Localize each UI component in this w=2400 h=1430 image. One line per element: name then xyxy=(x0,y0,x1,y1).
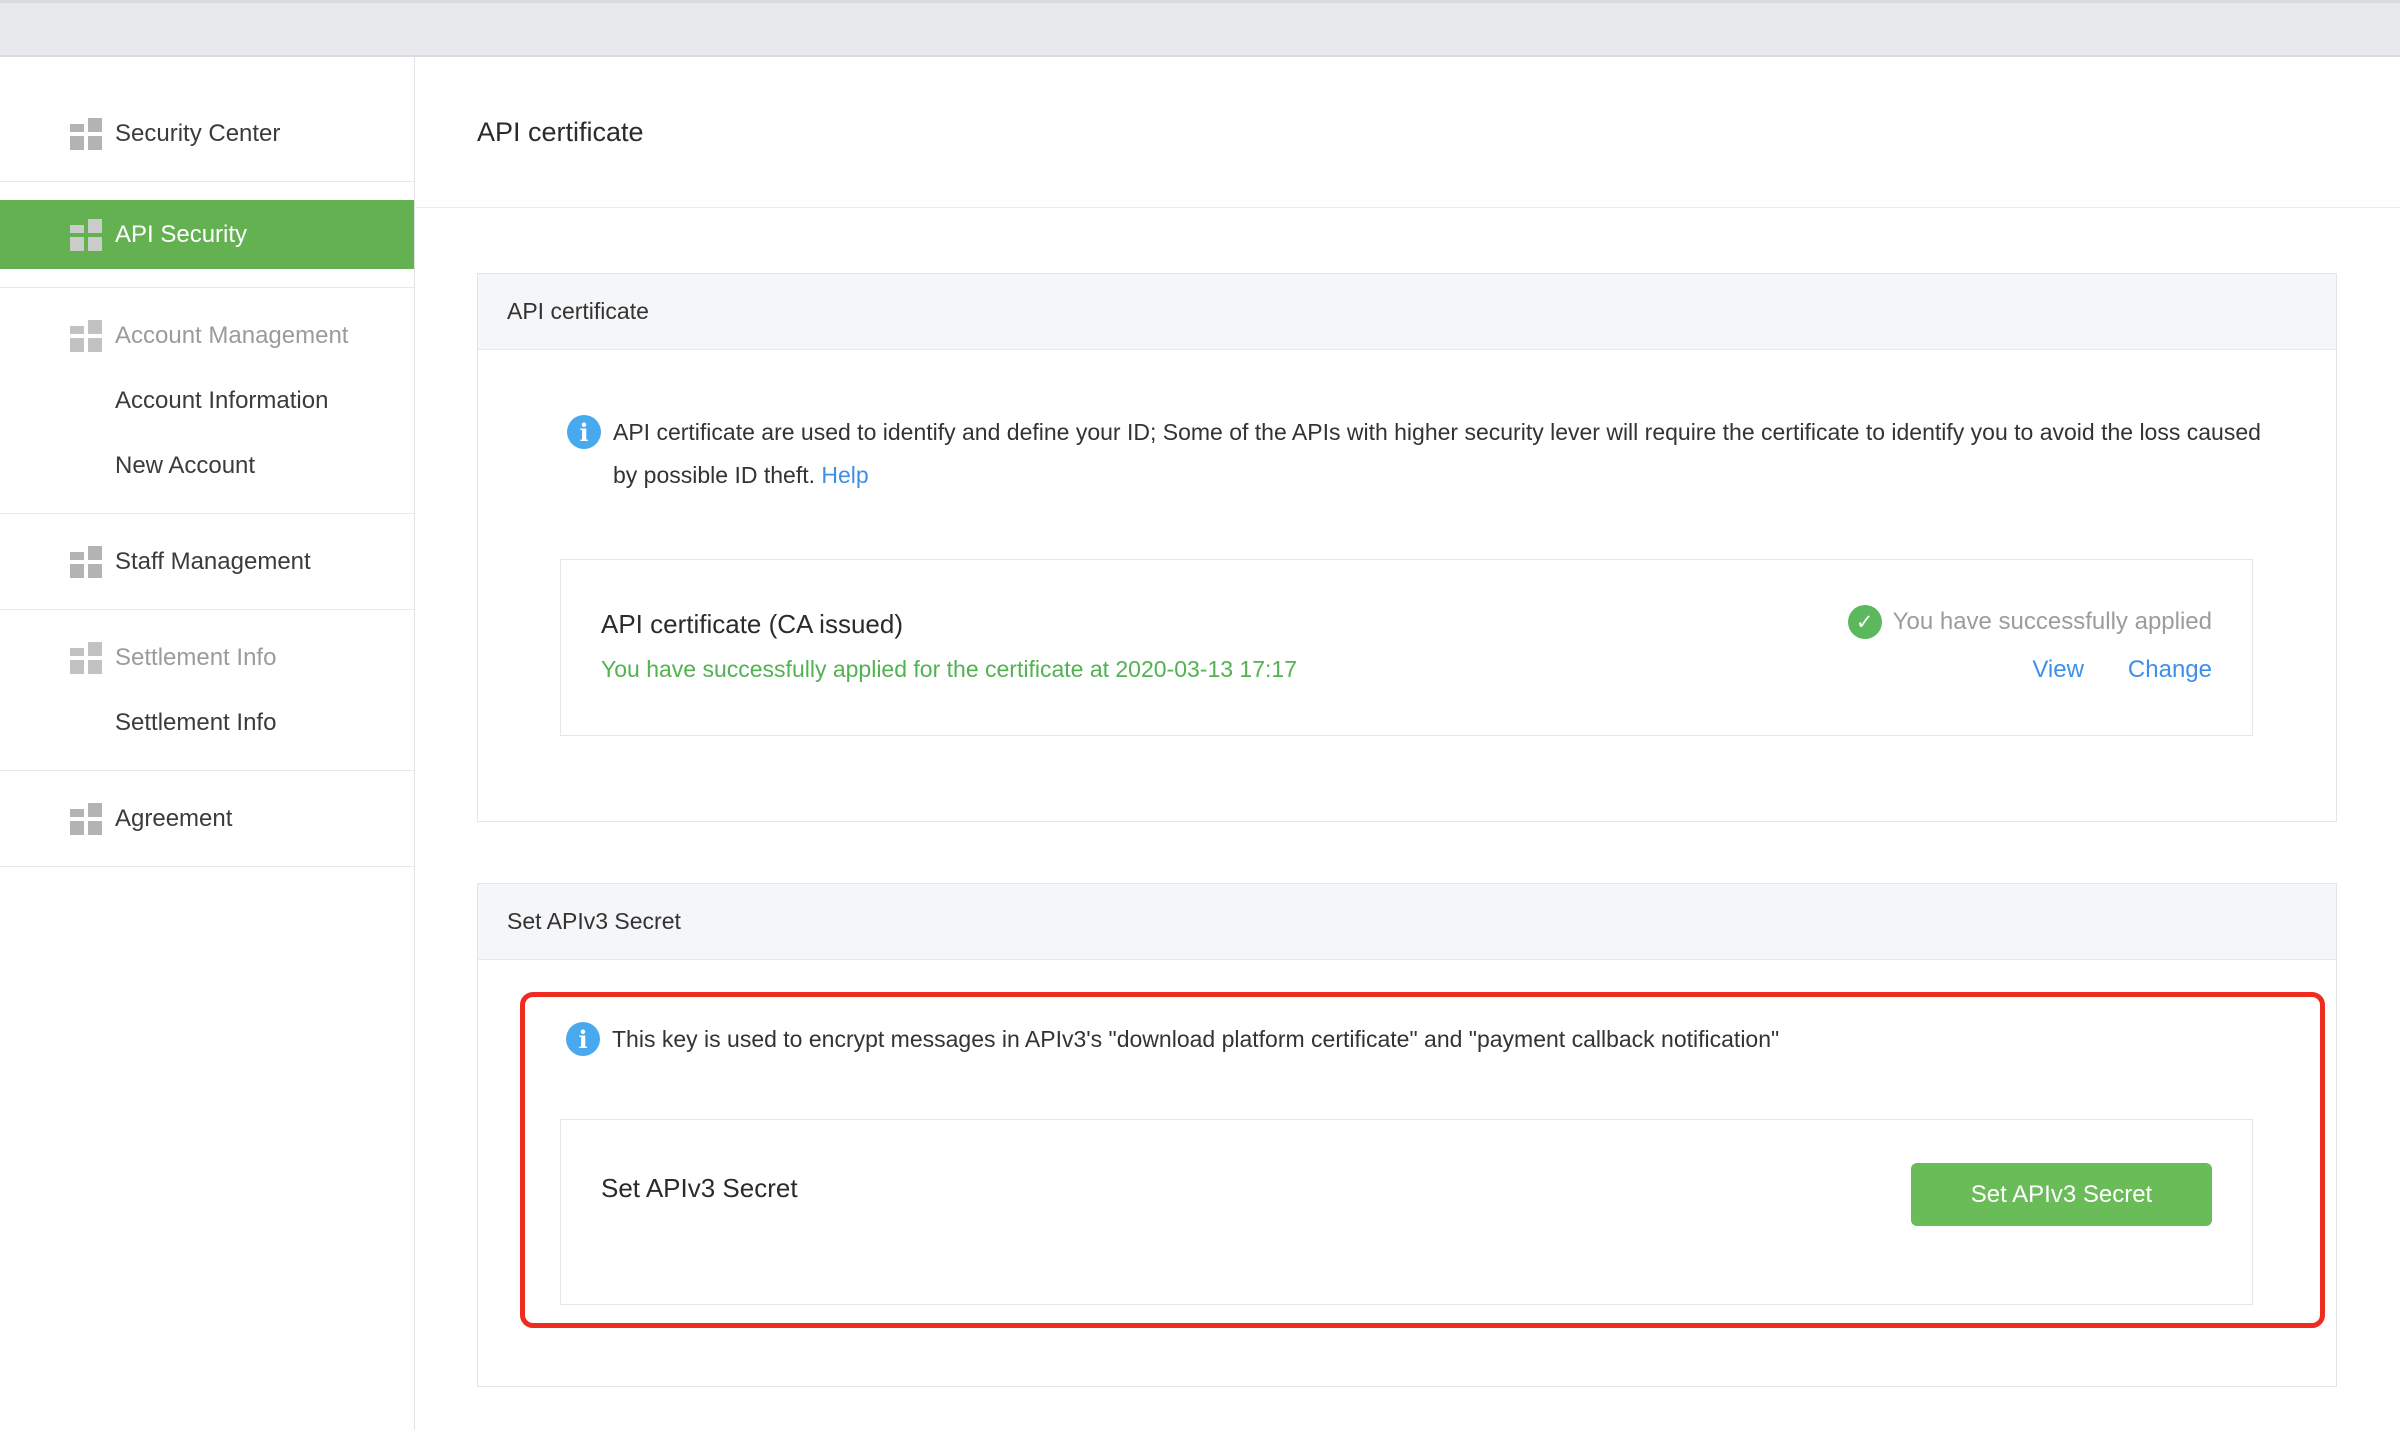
grid-icon xyxy=(70,320,102,352)
grid-icon xyxy=(70,642,102,674)
sidebar-group: Staff Management xyxy=(0,514,414,610)
api-certificate-panel: API certificate i API certificate are us… xyxy=(477,273,2337,822)
set-apiv3-secret-panel: Set APIv3 Secret i This key is used to e… xyxy=(477,883,2337,1387)
info-row: i API certificate are used to identify a… xyxy=(478,350,2336,497)
sidebar-item-label: Staff Management xyxy=(115,548,311,576)
red-highlight-box: i This key is used to encrypt messages i… xyxy=(520,992,2325,1328)
panel-header: API certificate xyxy=(478,274,2336,350)
sidebar-item-label: Settlement Info xyxy=(115,644,276,672)
sidebar-item-security-center[interactable]: Security Center xyxy=(0,101,414,166)
certificate-card-left: API certificate (CA issued) You have suc… xyxy=(601,605,1297,735)
sidebar-item-new-account[interactable]: New Account xyxy=(0,433,414,498)
change-link[interactable]: Change xyxy=(2128,656,2212,684)
info-row: i This key is used to encrypt messages i… xyxy=(525,997,2320,1061)
sidebar-group: Security Center xyxy=(0,57,414,182)
certificate-success-message: You have successfully applied for the ce… xyxy=(601,652,1297,686)
certificate-title: API certificate (CA issued) xyxy=(601,605,1297,643)
grid-icon xyxy=(70,546,102,578)
grid-icon xyxy=(70,803,102,835)
info-text: This key is used to encrypt messages in … xyxy=(612,1018,1779,1061)
info-icon: i xyxy=(567,415,601,449)
sidebar-item-label: Account Information xyxy=(115,387,328,415)
sidebar-group: Agreement xyxy=(0,771,414,867)
links-row: View Change xyxy=(2032,656,2212,684)
apiv3-secret-label: Set APIv3 Secret xyxy=(601,1169,798,1207)
sidebar-group: API Security xyxy=(0,182,414,288)
sidebar-group: Settlement Info Settlement Info xyxy=(0,610,414,771)
sidebar-item-account-information[interactable]: Account Information xyxy=(0,368,414,433)
sidebar-item-label: Account Management xyxy=(115,322,348,350)
sidebar-item-label: Security Center xyxy=(115,120,280,148)
panel-body: i This key is used to encrypt messages i… xyxy=(478,992,2336,1328)
sidebar-group-account-management[interactable]: Account Management xyxy=(0,303,414,368)
apiv3-secret-card: Set APIv3 Secret Set APIv3 Secret xyxy=(560,1119,2253,1305)
status-badge: You have successfully applied xyxy=(1893,605,2212,639)
certificate-card-right: ✓ You have successfully applied View Cha… xyxy=(1848,605,2212,735)
browser-top-bar xyxy=(0,0,2400,57)
sidebar-item-agreement[interactable]: Agreement xyxy=(0,786,414,851)
sidebar-item-staff-management[interactable]: Staff Management xyxy=(0,529,414,594)
sidebar-item-label: Agreement xyxy=(115,805,232,833)
set-apiv3-secret-button[interactable]: Set APIv3 Secret xyxy=(1911,1163,2212,1226)
content-area: API certificate i API certificate are us… xyxy=(416,208,2400,1387)
check-icon: ✓ xyxy=(1848,605,1882,639)
info-text: API certificate are used to identify and… xyxy=(613,411,2263,497)
panel-header-label: API certificate xyxy=(507,298,649,325)
panel-body: i API certificate are used to identify a… xyxy=(478,350,2336,736)
grid-icon xyxy=(70,219,102,251)
page-title: API certificate xyxy=(477,117,644,148)
sidebar-item-settlement-info[interactable]: Settlement Info xyxy=(0,690,414,755)
panel-header-label: Set APIv3 Secret xyxy=(507,908,681,935)
panel-header: Set APIv3 Secret xyxy=(478,884,2336,960)
info-icon: i xyxy=(566,1022,600,1056)
sidebar: Security Center API Security Account Man… xyxy=(0,57,415,1430)
sidebar-item-label: New Account xyxy=(115,452,255,480)
help-link[interactable]: Help xyxy=(821,462,868,488)
sidebar-item-label: Settlement Info xyxy=(115,709,276,737)
api-security-page: Security Center API Security Account Man… xyxy=(0,0,2400,1430)
sidebar-item-api-security[interactable]: API Security xyxy=(0,200,414,269)
sidebar-item-label: API Security xyxy=(115,221,247,249)
status-row: ✓ You have successfully applied xyxy=(1848,605,2212,639)
sidebar-group: Account Management Account Information N… xyxy=(0,288,414,514)
certificate-card: API certificate (CA issued) You have suc… xyxy=(560,559,2253,736)
main-content: API certificate API certificate i API ce… xyxy=(416,57,2400,1430)
view-link[interactable]: View xyxy=(2032,656,2084,684)
sidebar-group-settlement-info[interactable]: Settlement Info xyxy=(0,625,414,690)
page-header: API certificate xyxy=(416,57,2400,208)
grid-icon xyxy=(70,118,102,150)
